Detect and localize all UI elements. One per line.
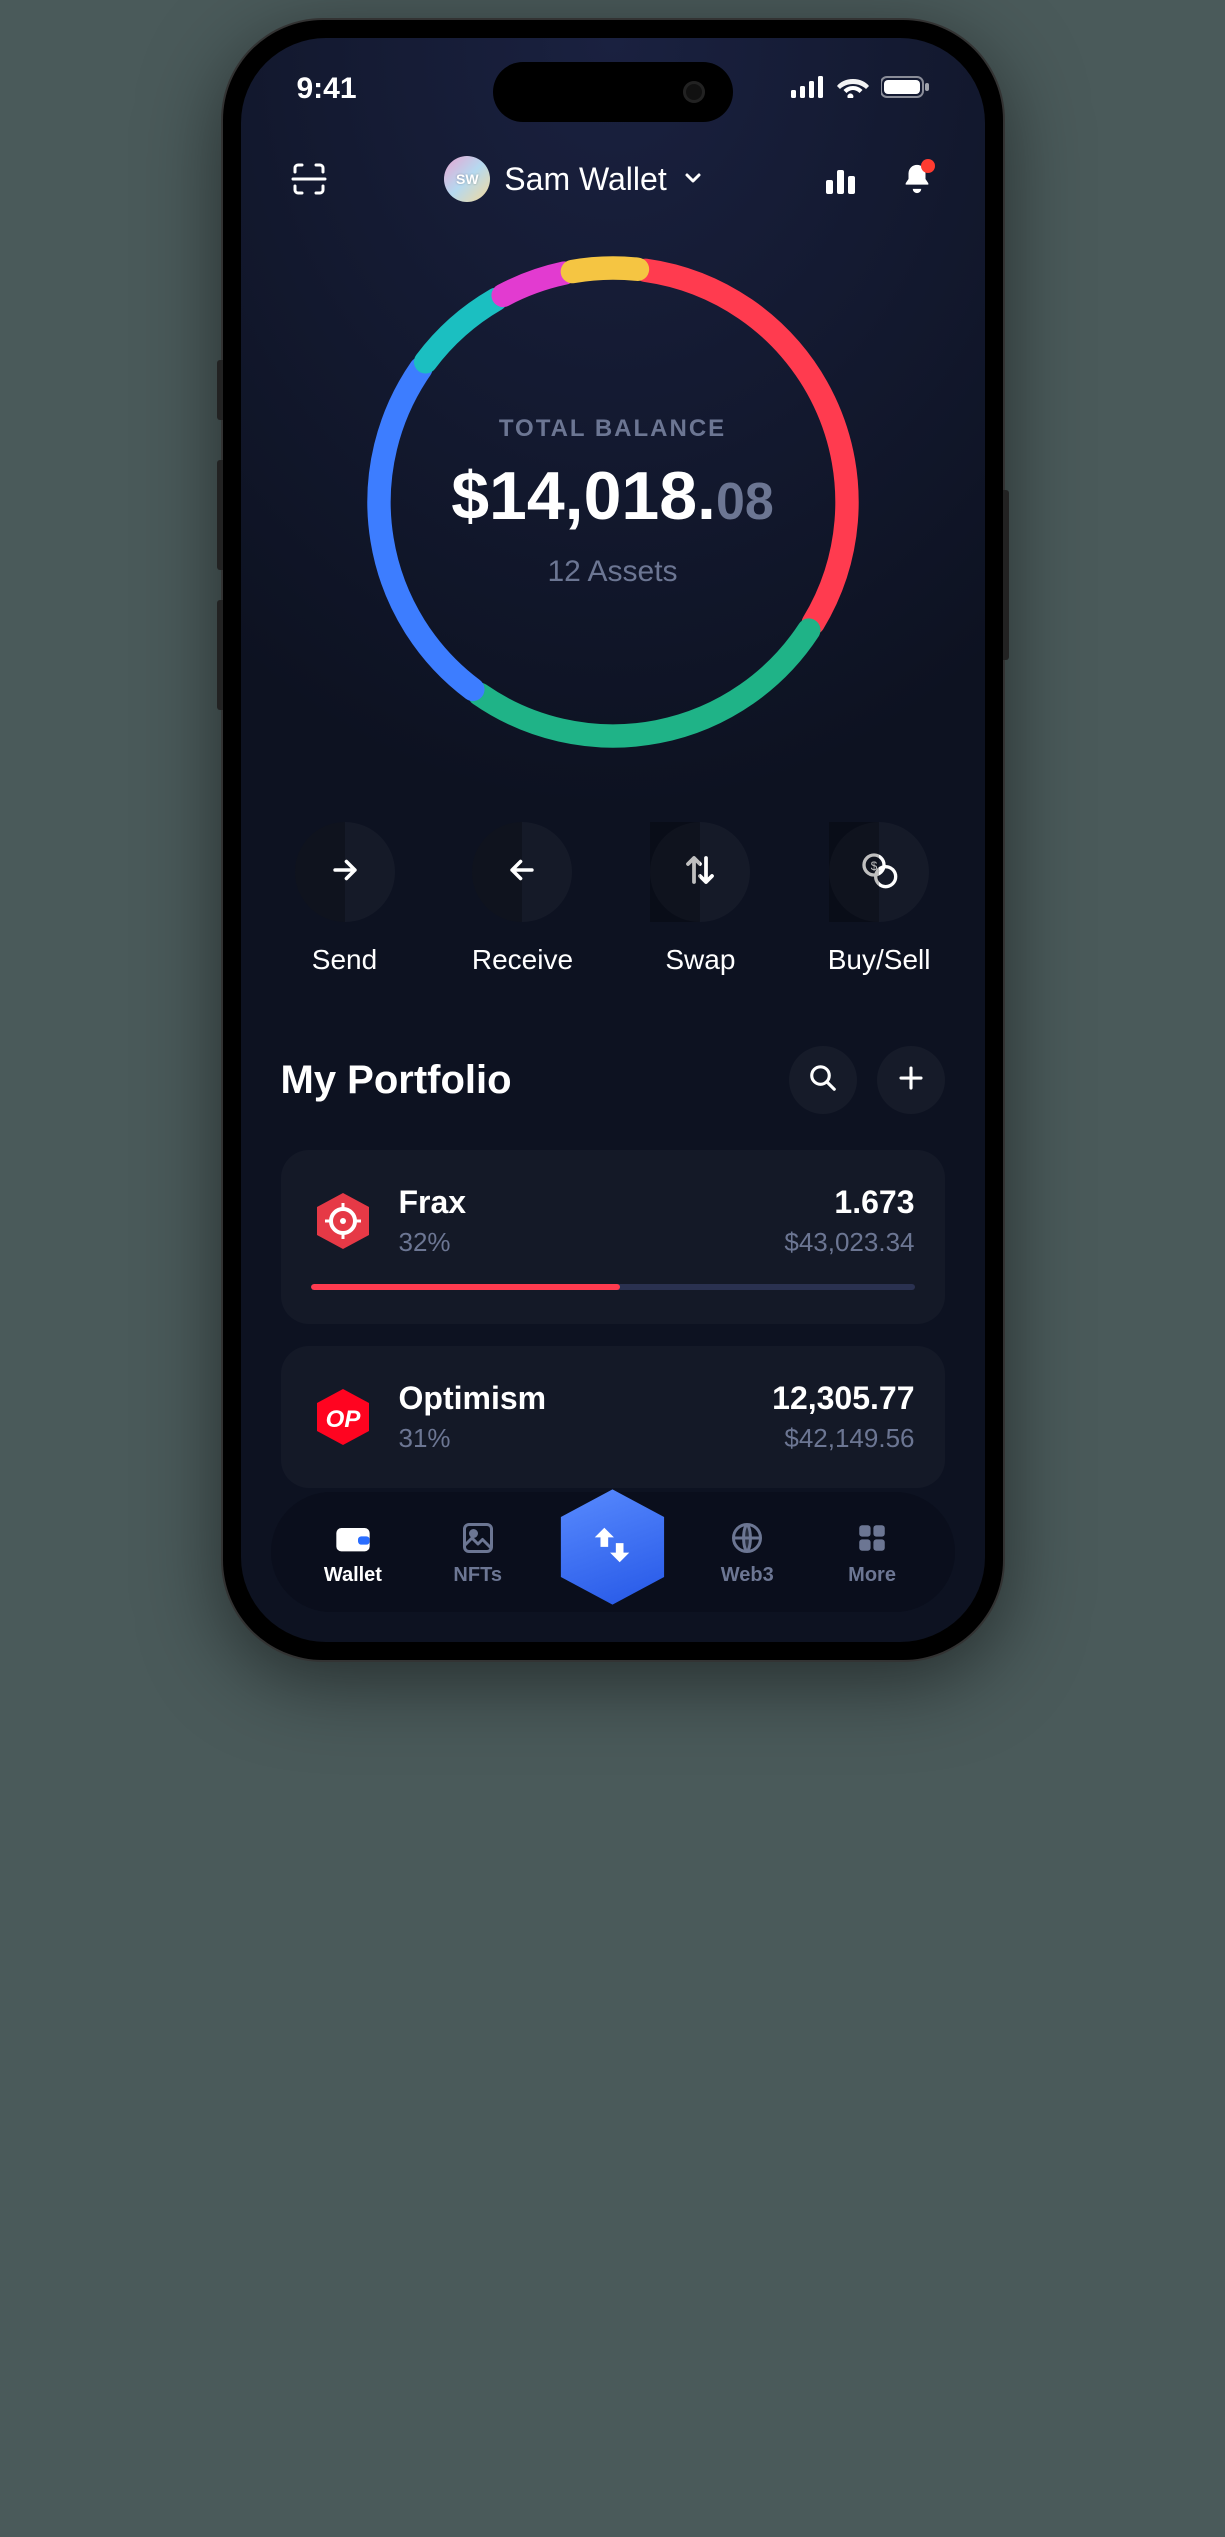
nav-nfts[interactable]: NFTs (428, 1518, 528, 1587)
avatar: SW (444, 156, 490, 202)
asset-value: $43,023.34 (784, 1227, 914, 1258)
asset-percent: 31% (399, 1423, 749, 1454)
svg-text:OP: OP (325, 1406, 361, 1433)
frax-icon (311, 1189, 375, 1253)
scan-icon[interactable] (289, 159, 329, 199)
plus-icon (896, 1063, 926, 1098)
asset-name: Optimism (399, 1380, 749, 1417)
svg-text:$: $ (871, 860, 878, 873)
nav-swap-center[interactable] (552, 1487, 672, 1607)
image-icon (458, 1518, 498, 1558)
search-button[interactable] (789, 1046, 857, 1114)
globe-icon (727, 1518, 767, 1558)
asset-name: Frax (399, 1184, 761, 1221)
asset-amount: 1.673 (784, 1184, 914, 1221)
portfolio-title: My Portfolio (281, 1058, 512, 1103)
balance-label: TOTAL BALANCE (451, 415, 774, 443)
nav-wallet[interactable]: Wallet (303, 1518, 403, 1587)
asset-value: $42,149.56 (772, 1423, 914, 1454)
add-button[interactable] (877, 1046, 945, 1114)
optimism-icon: OP (311, 1385, 375, 1449)
nav-more[interactable]: More (822, 1518, 922, 1587)
send-button[interactable]: Send (295, 822, 395, 976)
asset-card[interactable]: OP Optimism 31% 12,305.77 $42,149.56 (281, 1346, 945, 1488)
asset-percent: 32% (399, 1227, 761, 1258)
battery-icon (881, 72, 929, 106)
coins-icon: $ (859, 850, 899, 895)
cellular-icon (791, 72, 825, 106)
asset-card[interactable]: Frax 32% 1.673 $43,023.34 (281, 1150, 945, 1324)
wallet-icon (333, 1518, 373, 1558)
search-icon (808, 1063, 838, 1098)
balance-chart: TOTAL BALANCE $14,018.08 12 Assets (241, 242, 985, 762)
chart-icon[interactable] (821, 159, 861, 199)
dynamic-island (493, 62, 733, 122)
grid-icon (852, 1518, 892, 1558)
arrow-left-icon (505, 853, 539, 892)
wallet-selector[interactable]: SW Sam Wallet (444, 156, 704, 202)
status-time: 9:41 (297, 72, 357, 106)
bottom-nav: Wallet NFTs Web3 (271, 1492, 955, 1612)
swap-button[interactable]: Swap (650, 822, 750, 976)
notification-dot (921, 159, 935, 173)
chevron-down-icon (681, 161, 705, 198)
exchange-icon (589, 1522, 635, 1573)
bell-icon[interactable] (897, 159, 937, 199)
assets-count: 12 Assets (451, 555, 774, 589)
wallet-name: Sam Wallet (504, 161, 666, 198)
nav-web3[interactable]: Web3 (697, 1518, 797, 1587)
swap-icon (682, 852, 718, 893)
receive-button[interactable]: Receive (472, 822, 573, 976)
asset-amount: 12,305.77 (772, 1380, 914, 1417)
asset-progress (311, 1284, 915, 1290)
balance-amount: $14,018.08 (451, 457, 774, 535)
arrow-right-icon (328, 853, 362, 892)
buy-sell-button[interactable]: $ Buy/Sell (828, 822, 931, 976)
wifi-icon (837, 72, 869, 106)
